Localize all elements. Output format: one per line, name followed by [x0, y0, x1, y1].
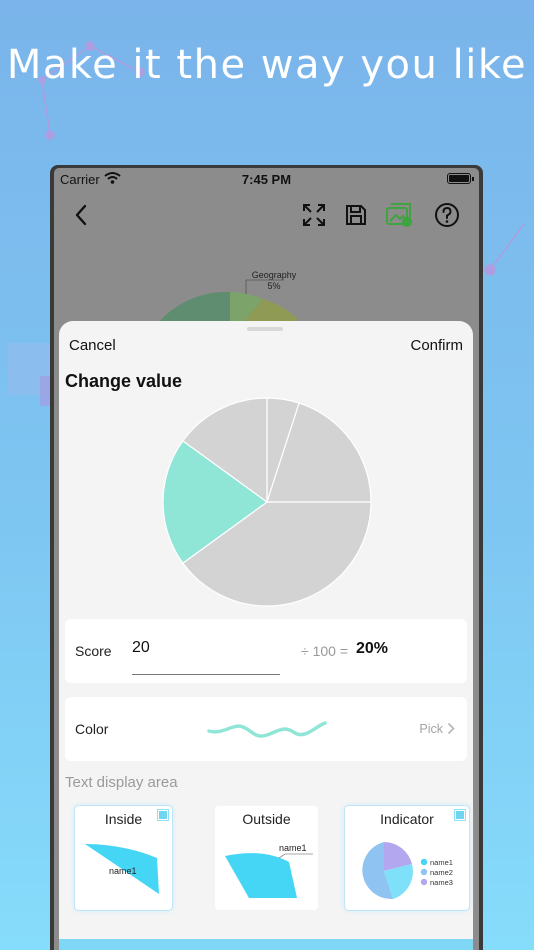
score-row: Score 20 ÷ 100 = 20%: [65, 619, 467, 683]
score-ratio: ÷ 100 =: [301, 643, 348, 659]
option-outside[interactable]: Outside name1: [215, 806, 318, 910]
phone-frame: Carrier 7:45 PM Geography 5% Cancel Conf…: [50, 165, 483, 950]
image-export-icon[interactable]: [384, 200, 414, 230]
battery-icon: [447, 173, 474, 184]
indicator-preview-graphic: name1 name2 name3: [362, 842, 453, 900]
save-icon[interactable]: [341, 200, 371, 230]
option-inside[interactable]: Inside name1: [75, 806, 172, 910]
value-pie-chart[interactable]: [161, 396, 373, 608]
pick-label[interactable]: Pick: [419, 722, 443, 736]
score-input-underline: [132, 674, 280, 675]
sheet-grabber[interactable]: [247, 327, 283, 331]
help-icon[interactable]: [432, 200, 462, 230]
change-value-sheet: Cancel Confirm Change value Score 20 ÷ 1…: [59, 321, 473, 950]
inside-preview-graphic: name1: [85, 844, 159, 894]
score-label: Score: [75, 643, 112, 659]
headline: Make it the way you like: [6, 42, 528, 88]
navigation-bar: [54, 198, 479, 238]
cancel-button[interactable]: Cancel: [69, 337, 116, 354]
option-outside-label: Outside: [242, 811, 291, 827]
back-chevron-icon[interactable]: [66, 200, 96, 230]
indicator-legend-name2: name2: [430, 868, 453, 877]
sheet-bottom-bar: [59, 939, 473, 950]
fullscreen-icon[interactable]: [299, 200, 329, 230]
sheet-title: Change value: [65, 371, 183, 391]
option-indicator[interactable]: Indicator name1 name2 name3: [345, 806, 469, 910]
color-label: Color: [75, 721, 109, 737]
indicator-legend-name3: name3: [430, 878, 453, 887]
status-time: 7:45 PM: [241, 172, 292, 187]
confirm-button[interactable]: Confirm: [410, 337, 463, 354]
inside-preview-label: name1: [109, 866, 137, 876]
indicator-legend-name1: name1: [430, 858, 453, 867]
outside-preview-graphic: name1: [225, 843, 313, 898]
phone-screen: Carrier 7:45 PM Geography 5% Cancel Conf…: [54, 168, 479, 950]
chevron-right-icon[interactable]: [447, 722, 455, 740]
score-percent: 20%: [356, 640, 389, 657]
color-row[interactable]: Color Pick: [65, 697, 467, 761]
outside-preview-label: name1: [279, 843, 307, 853]
option-inside-checkbox[interactable]: [157, 809, 169, 821]
score-input[interactable]: 20: [132, 639, 150, 657]
text-display-area-title: Text display area: [65, 774, 178, 791]
color-sample-stroke: [207, 721, 327, 738]
status-bar: Carrier 7:45 PM: [54, 168, 479, 190]
option-indicator-label: Indicator: [380, 811, 434, 827]
option-indicator-checkbox[interactable]: [454, 809, 466, 821]
